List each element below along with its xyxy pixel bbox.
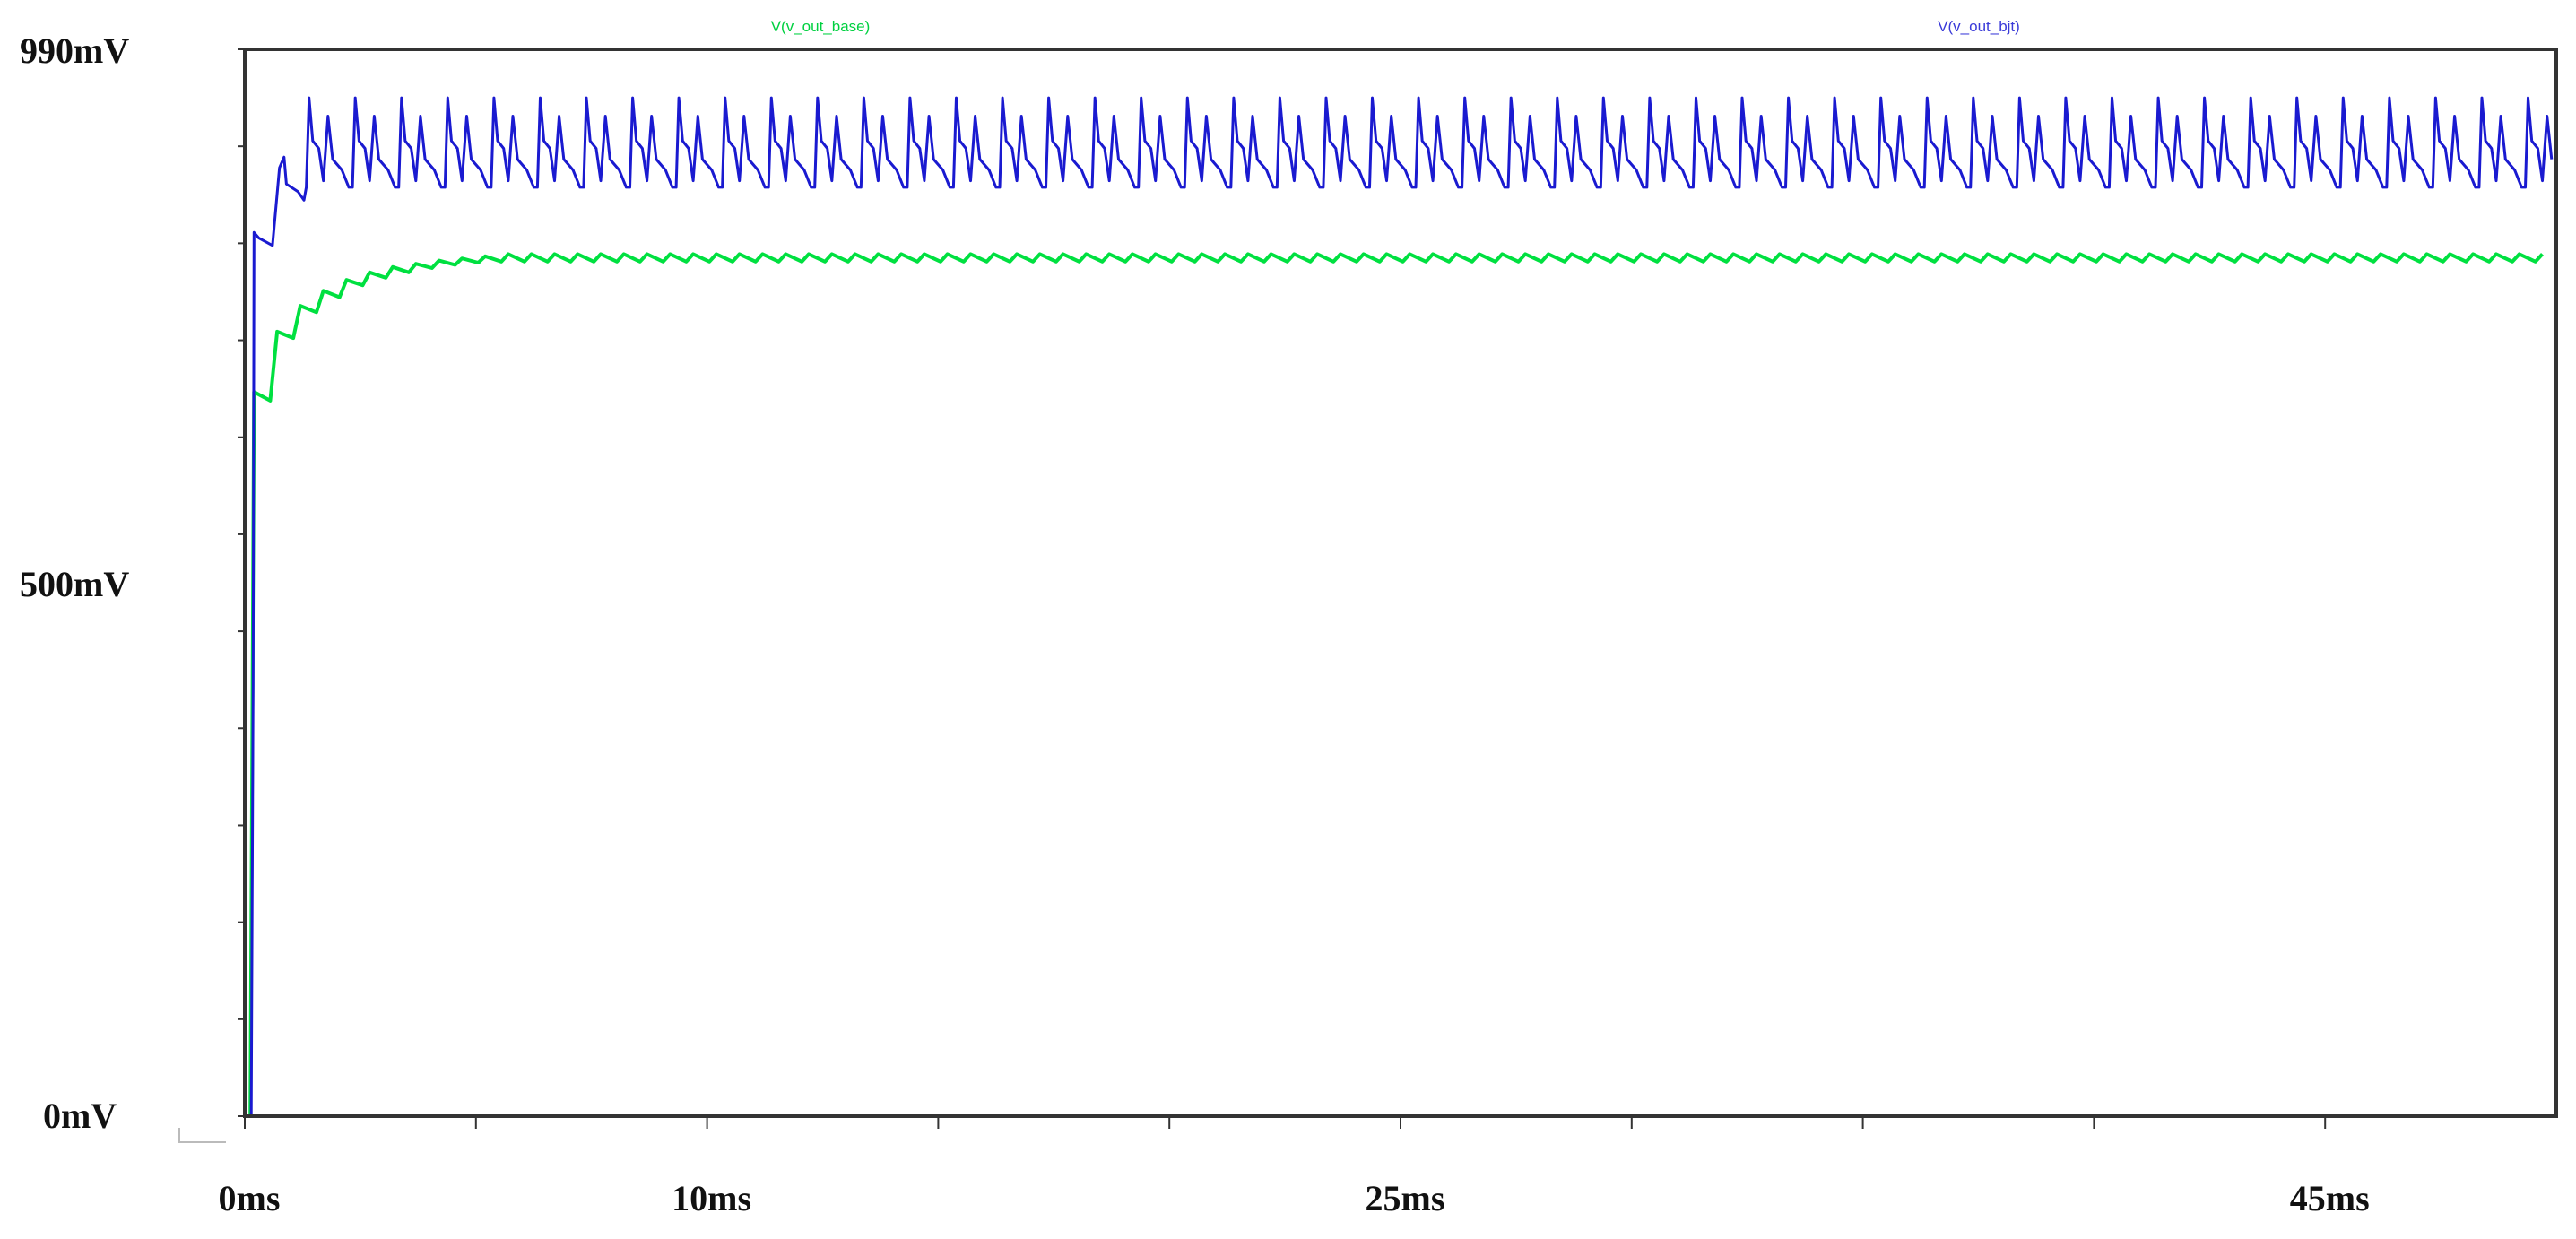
- x-tick-label-0: 0ms: [219, 1178, 281, 1218]
- y-tick-label-500: 500mV: [20, 564, 129, 604]
- series-group: [245, 96, 2554, 1118]
- x-axis-ticks: [244, 1116, 2327, 1129]
- series-line-v-v-out-base: [245, 252, 2544, 1118]
- plot-frame: [243, 48, 2558, 1118]
- y-tick-label-990: 990mV: [20, 30, 129, 71]
- corner-mark: [178, 1128, 226, 1143]
- legend-v-out-bjt: V(v_out_bjt): [1938, 18, 2020, 35]
- series-line-v-v-out-bjt: [245, 96, 2554, 1118]
- legend-v-out-base: V(v_out_base): [771, 18, 871, 35]
- x-tick-label-25: 25ms: [1366, 1178, 1445, 1218]
- chart: V(v_out_base) V(v_out_bjt) 990mV 500mV 0…: [20, 18, 2558, 1218]
- x-tick-label-45: 45ms: [2290, 1178, 2370, 1218]
- y-tick-label-0: 0mV: [43, 1096, 117, 1136]
- x-tick-label-10: 10ms: [672, 1178, 751, 1218]
